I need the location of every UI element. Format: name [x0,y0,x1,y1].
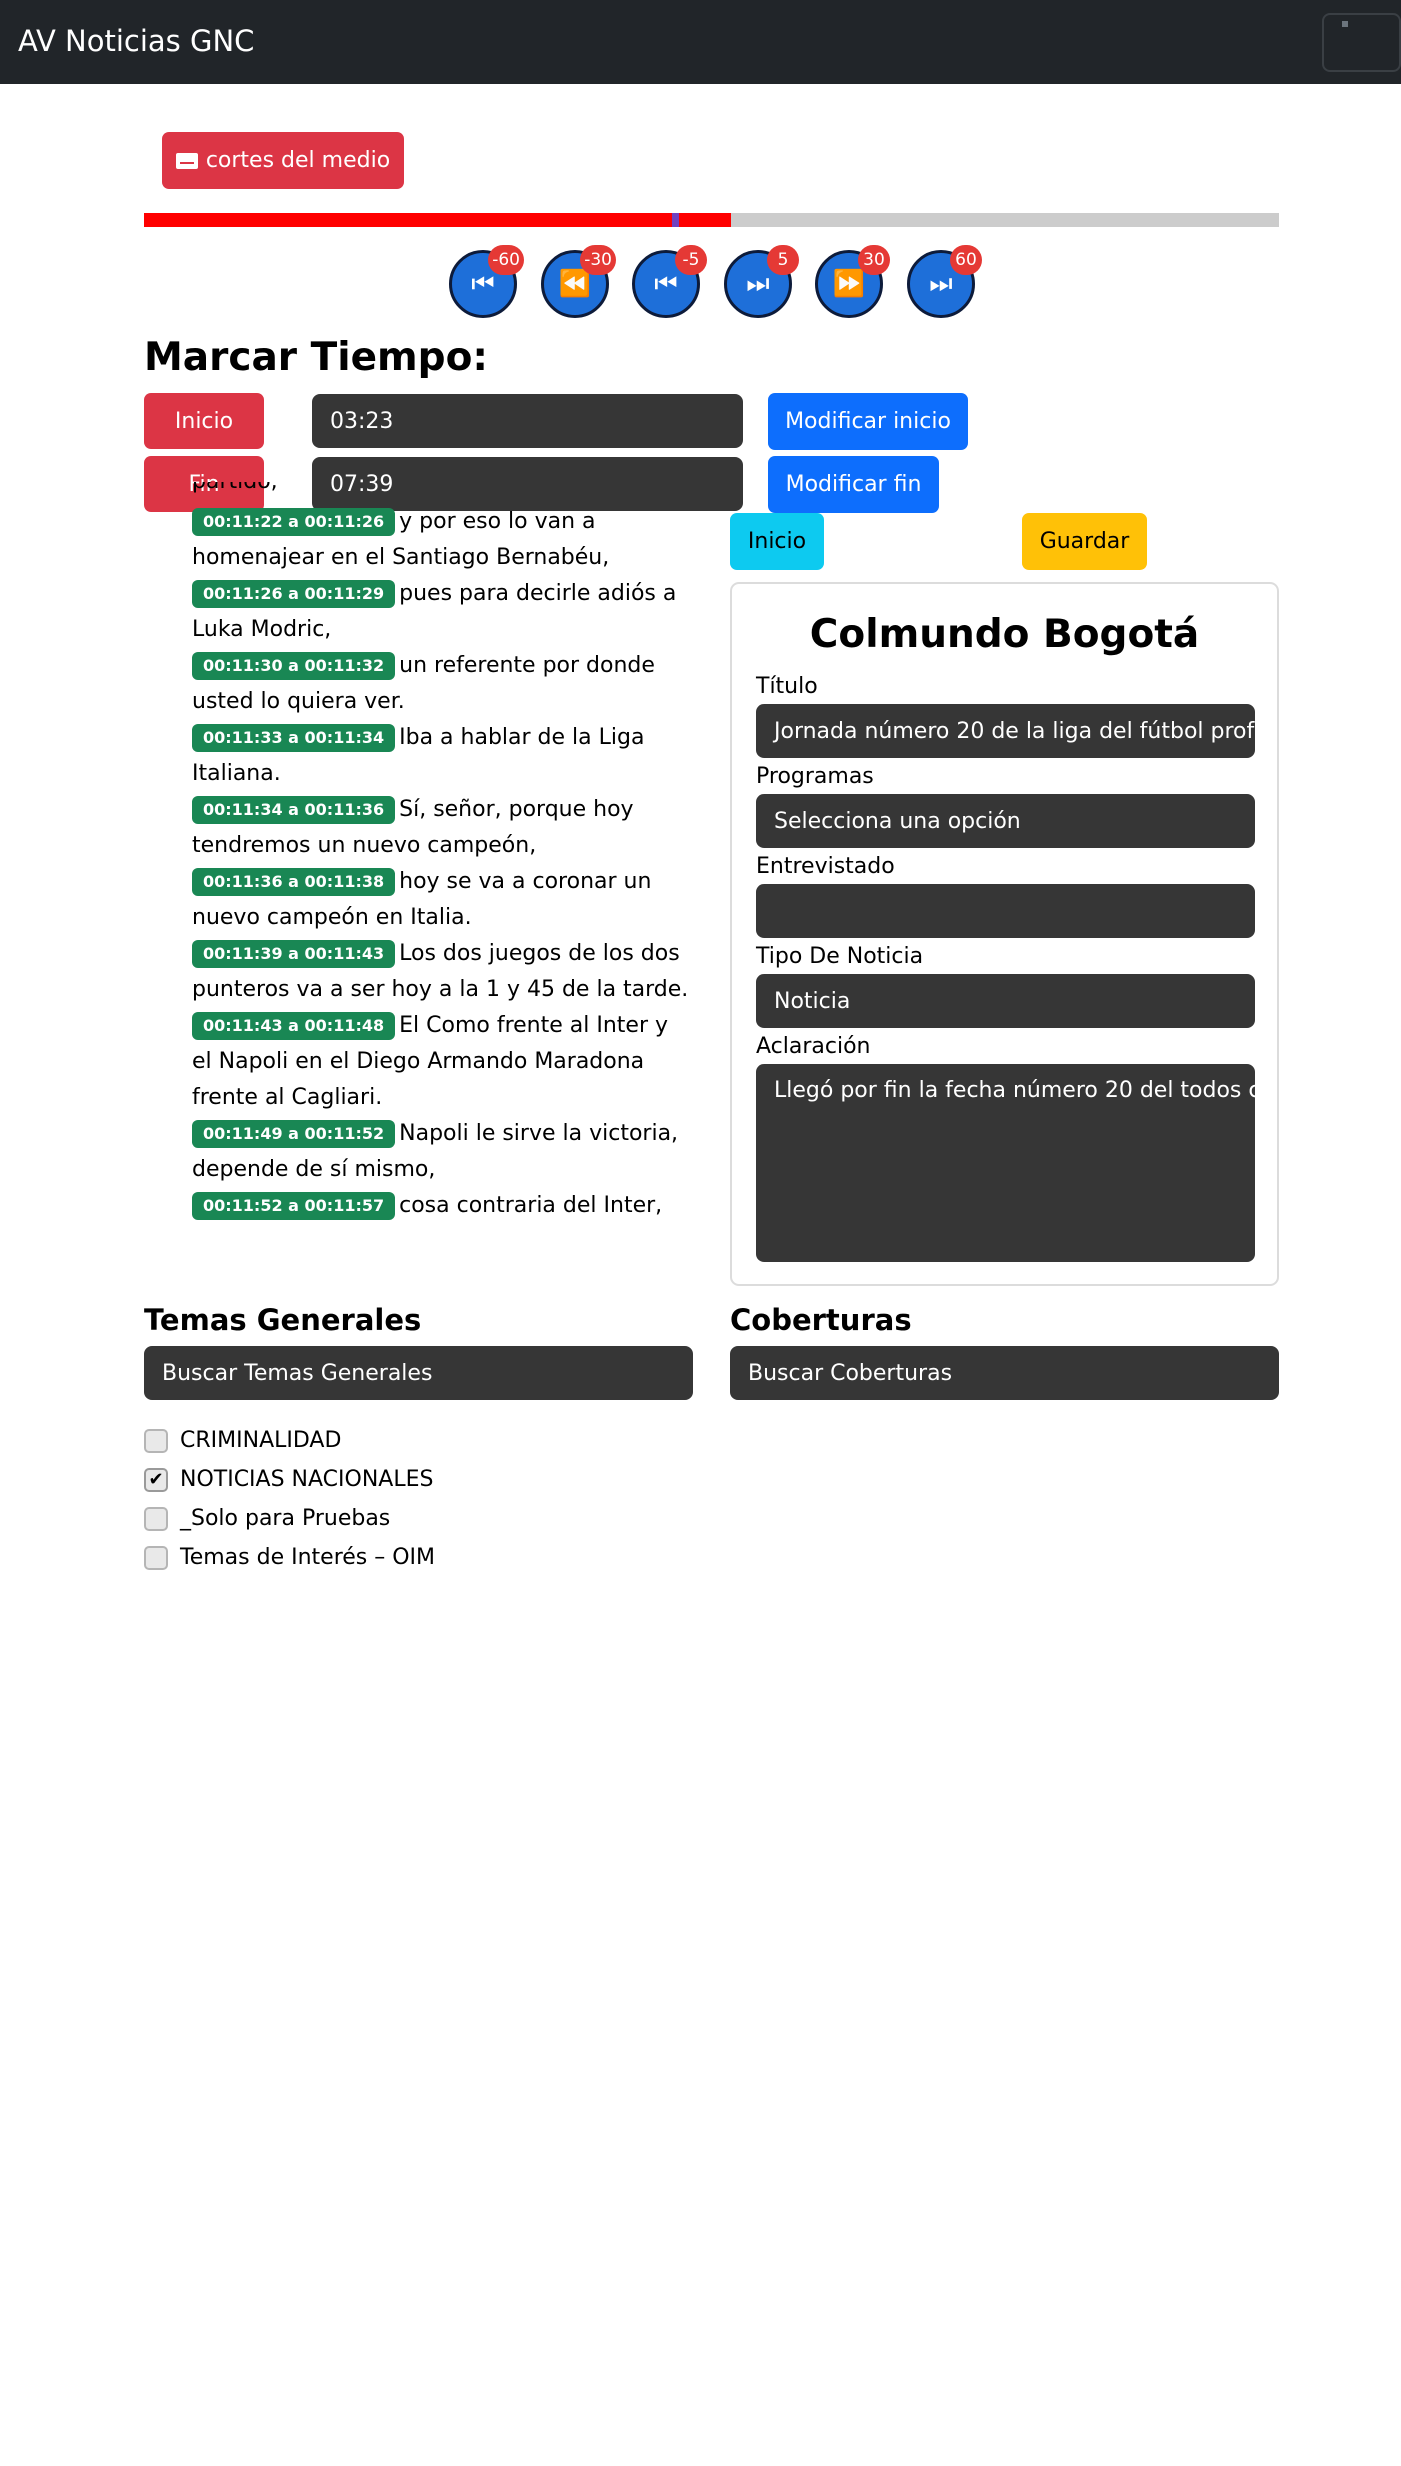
rewind-icon: ⏪ [558,269,592,299]
navbar: AV Noticias GNC [0,0,1401,84]
programas-select[interactable]: Selecciona una opción [756,794,1255,848]
inicio-button[interactable]: Inicio [144,393,264,449]
inicio-time-input[interactable]: 03:23 [312,394,743,448]
seek-button-1[interactable]: ⏪ -30 [541,245,616,318]
marcar-tiempo-title: Marcar Tiempo: [144,335,488,380]
modificar-inicio-button[interactable]: Modificar inicio [768,393,968,450]
seek-button-2[interactable]: ⏮ -5 [632,245,707,318]
skip-start-icon: ⏮ [471,268,495,299]
seek-button-4[interactable]: ⏩ 30 [815,245,890,318]
tipo-noticia-label: Tipo De Noticia [756,944,924,969]
transcript-segment[interactable]: 00:11:33 a 00:11:34 Iba a hablar de la Li… [192,720,692,792]
coberturas-title: Coberturas [730,1303,912,1337]
seek-offset-badge: 30 [858,245,890,275]
tema-checkbox-row[interactable]: Temas de Interés – OIM [144,1545,435,1570]
timestamp-badge[interactable]: 00:11:22 a 00:11:26 [192,508,396,536]
seek-offset-badge: -30 [580,245,616,275]
progress-fill [144,213,731,227]
transcript-lead-text: partido, [192,482,278,494]
panel-inicio-button[interactable]: Inicio [730,513,824,570]
seek-button-5[interactable]: ⏭ 60 [907,245,982,318]
timestamp-badge[interactable]: 00:11:33 a 00:11:34 [192,724,396,752]
navbar-toggler-button[interactable] [1322,13,1401,72]
menu-icon [1342,21,1348,27]
tema-label: CRIMINALIDAD [180,1428,342,1453]
entrevistado-label: Entrevistado [756,854,895,879]
closed-captions-icon [175,152,198,169]
tema-checkbox[interactable] [144,1506,168,1531]
timestamp-badge[interactable]: 00:11:52 a 00:11:57 [192,1192,396,1220]
cortes-label: cortes del medio [205,148,391,173]
card-title: Colmundo Bogotá [809,612,1200,657]
modificar-fin-button[interactable]: Modificar fin [768,456,939,513]
transcript-list[interactable]: partido, 00:11:22 a 00:11:26y por eso lo… [192,482,692,1232]
transcript-segment[interactable]: 00:11:26 a 00:11:29 pues para decirle adi… [192,576,692,648]
transcript-segment[interactable]: 00:11:49 a 00:11:52 Napoli le sirve la vi… [192,1116,692,1188]
skip-end-icon: ⏭ [929,268,953,299]
timestamp-badge[interactable]: 00:11:43 a 00:11:48 [192,1012,396,1040]
transcript-segment[interactable]: 00:11:22 a 00:11:26 y por eso lo van a ho… [192,504,692,576]
transcript-segment[interactable]: 00:11:36 a 00:11:38 hoy se va a coronar u… [192,864,692,936]
aclaracion-label: Aclaración [756,1034,871,1059]
tema-label: Temas de Interés – OIM [180,1545,436,1570]
titulo-input[interactable]: Jornada número 20 de la liga del fútbol … [756,704,1255,758]
news-form-card: Colmundo Bogotá Título Jornada número 20… [730,582,1279,1286]
temas-search-input[interactable]: Buscar Temas Generales [144,1346,693,1400]
tema-label: NOTICIAS NACIONALES [180,1467,434,1492]
seek-offset-badge: -60 [488,245,524,275]
transcript-segment[interactable]: 00:11:30 a 00:11:32 un referente por dond… [192,648,692,720]
tema-checkbox-row[interactable]: CRIMINALIDAD [144,1428,341,1453]
seek-offset-badge: 60 [950,245,982,275]
temas-generales-title: Temas Generales [144,1303,422,1337]
seek-button-3[interactable]: ⏭ 5 [724,245,799,318]
seek-offset-badge: 5 [767,245,799,275]
fast-forward-icon: ⏩ [832,269,866,299]
cortes-del-medio-button[interactable]: cortes del medio [162,132,404,189]
tema-checkbox-row[interactable]: _Solo para Pruebas [144,1506,390,1531]
transcript-segment[interactable]: 00:11:34 a 00:11:36 Sí, señor, porque hoy… [192,792,692,864]
brand-title[interactable]: AV Noticias GNC [18,24,254,58]
timestamp-badge[interactable]: 00:11:34 a 00:11:36 [192,796,396,824]
seek-offset-badge: -5 [675,245,707,275]
timestamp-badge[interactable]: 00:11:30 a 00:11:32 [192,652,396,680]
tema-checkbox[interactable]: ✔ [144,1467,168,1492]
tema-checkbox[interactable] [144,1428,168,1453]
step-back-icon: ⏮ [654,268,678,299]
media-progress-bar[interactable] [144,213,1279,227]
tema-checkbox-row[interactable]: ✔ NOTICIAS NACIONALES [144,1467,433,1492]
playhead-marker[interactable] [671,213,679,227]
timestamp-badge[interactable]: 00:11:39 a 00:11:43 [192,940,396,968]
programas-label: Programas [756,764,874,789]
transcript-segment[interactable]: 00:11:39 a 00:11:43 Los dos juegos de los… [192,936,692,1008]
timestamp-badge[interactable]: 00:11:36 a 00:11:38 [192,868,396,896]
step-forward-icon: ⏭ [746,268,770,299]
tema-checkbox[interactable] [144,1545,168,1570]
tema-label: _Solo para Pruebas [180,1506,391,1531]
aclaracion-textarea[interactable]: Llegó por fin la fecha número 20 del tod… [756,1064,1255,1262]
guardar-button[interactable]: Guardar [1022,513,1147,570]
timestamp-badge[interactable]: 00:11:49 a 00:11:52 [192,1120,396,1148]
tipo-noticia-select[interactable]: Noticia [756,974,1255,1028]
seek-button-0[interactable]: ⏮ -60 [449,245,524,318]
titulo-label: Título [756,674,818,699]
entrevistado-input[interactable] [756,884,1255,938]
timestamp-badge[interactable]: 00:11:26 a 00:11:29 [192,580,396,608]
transcript-segment[interactable]: 00:11:43 a 00:11:48 El Como frente al Int… [192,1008,692,1116]
transcript-segment[interactable]: 00:11:52 a 00:11:57 cosa contraria del In… [192,1188,692,1232]
coberturas-search-input[interactable]: Buscar Coberturas [730,1346,1279,1400]
